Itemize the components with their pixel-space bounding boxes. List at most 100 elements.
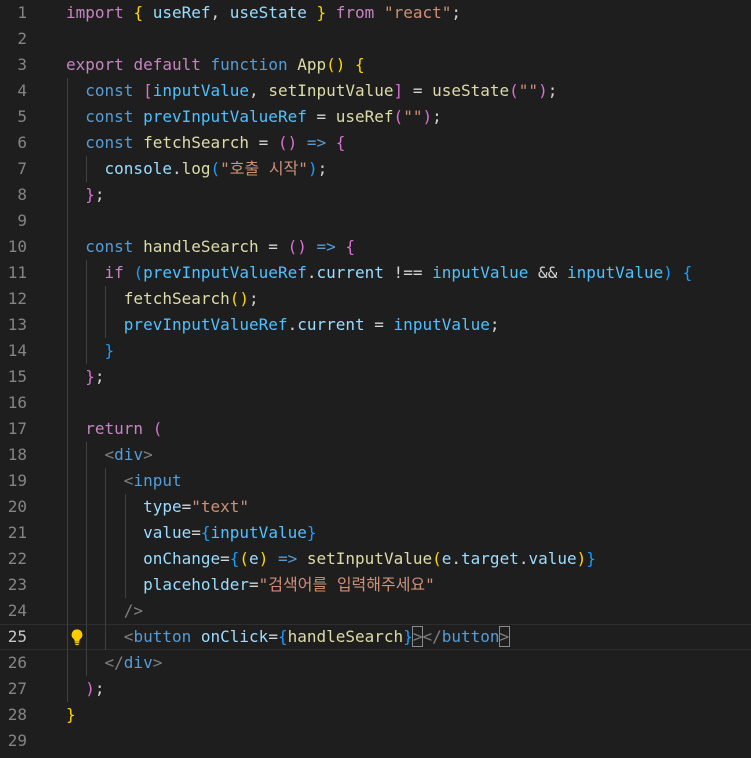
code-line[interactable]: 22 onChange={(e) => setInputValue(e.targ…: [0, 546, 751, 572]
code-text: value={inputValue}: [66, 520, 316, 546]
indent-guide: [105, 286, 107, 338]
line-number: 10: [7, 237, 27, 256]
code-line[interactable]: 25 <button onClick={handleSearch}></butt…: [0, 624, 751, 650]
indent-guide: [67, 78, 68, 702]
code-line[interactable]: 19 <input: [0, 468, 751, 494]
code-token: }: [316, 3, 327, 22]
code-token: ): [422, 107, 433, 126]
code-line[interactable]: 6 const fetchSearch = () => {: [0, 130, 751, 156]
code-token: e: [249, 549, 259, 568]
line-number: 7: [17, 159, 27, 178]
code-token: App: [297, 55, 327, 74]
code-token: button: [133, 627, 192, 646]
code-token: inputValue: [152, 81, 250, 100]
code-line[interactable]: 8 };: [0, 182, 751, 208]
line-number: 5: [17, 107, 27, 126]
code-line[interactable]: 24 />: [0, 598, 751, 624]
code-line[interactable]: 23 placeholder="검색어를 입력해주세요": [0, 572, 751, 598]
code-token: >: [498, 626, 511, 647]
code-text: export default function App() {: [66, 52, 365, 78]
code-token: (: [393, 107, 404, 126]
code-token: [: [143, 81, 153, 100]
indent-guide: [86, 156, 88, 182]
code-token: setInputValue: [306, 549, 433, 568]
indent-guide: [105, 468, 107, 650]
code-text: return (: [66, 416, 162, 442]
code-token: value: [528, 549, 577, 568]
code-line[interactable]: 10 const handleSearch = () => {: [0, 234, 751, 260]
code-token: ;: [547, 81, 558, 100]
code-token: }: [586, 549, 596, 568]
code-token: (): [287, 237, 307, 256]
code-line[interactable]: 14 }: [0, 338, 751, 364]
code-token: =: [258, 237, 288, 256]
code-line[interactable]: 16: [0, 390, 751, 416]
code-token: =: [249, 575, 259, 594]
code-token: useState: [229, 3, 307, 22]
code-line[interactable]: 29: [0, 728, 751, 754]
code-line[interactable]: 3 export default function App() {: [0, 52, 751, 78]
code-token: =>: [277, 549, 298, 568]
line-number: 18: [7, 445, 27, 464]
code-line[interactable]: 5 const prevInputValueRef = useRef("");: [0, 104, 751, 130]
code-line[interactable]: 11 if (prevInputValueRef.current !== inp…: [0, 260, 751, 286]
code-line[interactable]: 13 prevInputValueRef.current = inputValu…: [0, 312, 751, 338]
code-token: <: [123, 627, 134, 646]
code-token: ;: [489, 315, 500, 334]
code-token: </: [104, 653, 124, 672]
code-token: input: [133, 471, 182, 490]
code-token: (: [210, 159, 221, 178]
code-text: onChange={(e) => setInputValue(e.target.…: [66, 546, 596, 572]
code-text: }: [66, 702, 76, 728]
code-token: {: [133, 3, 144, 22]
code-line[interactable]: 2: [0, 26, 751, 52]
code-line[interactable]: 21 value={inputValue}: [0, 520, 751, 546]
code-token: useRef: [335, 107, 394, 126]
code-line[interactable]: 4 const [inputValue, setInputValue] = us…: [0, 78, 751, 104]
line-number: 15: [7, 367, 27, 386]
code-line[interactable]: 26 </div>: [0, 650, 751, 676]
lightbulb-icon[interactable]: [68, 628, 86, 646]
code-line[interactable]: 12 fetchSearch();: [0, 286, 751, 312]
code-token: handleSearch: [143, 237, 259, 256]
code-text: </div>: [66, 650, 163, 676]
code-editor[interactable]: 1 import { useRef, useState } from "react…: [0, 0, 751, 758]
line-number: 6: [17, 133, 27, 152]
code-token: .: [451, 549, 462, 568]
code-token: button: [441, 627, 500, 646]
code-token: "text": [191, 497, 250, 516]
code-token: div: [123, 653, 153, 672]
code-token: ;: [94, 679, 105, 698]
code-token: <: [123, 471, 134, 490]
code-token: <: [104, 445, 115, 464]
code-line[interactable]: 18 <div>: [0, 442, 751, 468]
code-token: "검색어를 입력해주세요": [258, 575, 435, 594]
code-token: (: [133, 263, 144, 282]
code-line[interactable]: 20 type="text": [0, 494, 751, 520]
code-line[interactable]: 28}: [0, 702, 751, 728]
code-token: =: [268, 627, 278, 646]
code-text: };: [66, 182, 104, 208]
code-line[interactable]: 9: [0, 208, 751, 234]
code-token: fetchSearch: [123, 289, 230, 308]
code-line[interactable]: 27 );: [0, 676, 751, 702]
code-token: =: [364, 315, 394, 334]
code-line[interactable]: 15 };: [0, 364, 751, 390]
code-line[interactable]: 1 import { useRef, useState } from "react…: [0, 0, 751, 26]
line-number: 19: [7, 471, 27, 490]
code-token: (: [152, 419, 163, 438]
code-token: =>: [306, 133, 327, 152]
code-line[interactable]: 17 return (: [0, 416, 751, 442]
code-line[interactable]: 7 console.log("호출 시작");: [0, 156, 751, 182]
code-token: const: [85, 237, 134, 256]
code-token: useState: [432, 81, 510, 100]
